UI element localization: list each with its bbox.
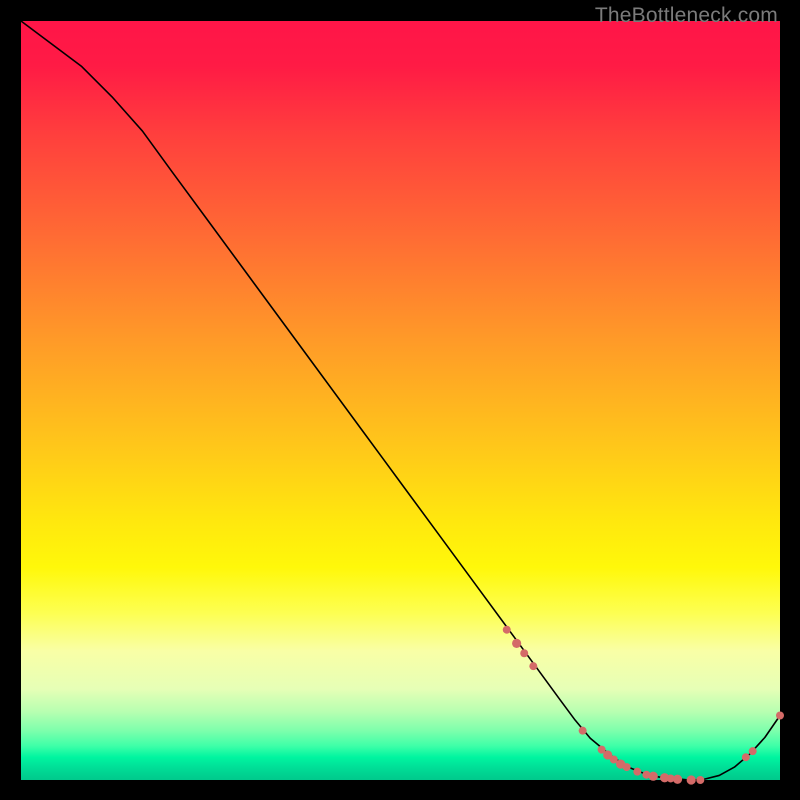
data-marker xyxy=(649,772,658,781)
data-marker xyxy=(673,775,682,784)
data-marker xyxy=(696,776,704,784)
data-marker xyxy=(579,727,587,735)
data-marker xyxy=(742,753,750,761)
watermark-text: TheBottleneck.com xyxy=(595,4,778,28)
data-marker xyxy=(687,775,696,784)
chart-overlay xyxy=(21,21,780,780)
bottleneck-curve-path xyxy=(21,21,780,780)
data-marker xyxy=(512,639,521,648)
data-marker xyxy=(749,747,757,755)
data-marker xyxy=(520,649,528,657)
data-marker xyxy=(776,711,784,719)
data-marker xyxy=(503,626,511,634)
data-marker xyxy=(623,763,631,771)
chart-stage: TheBottleneck.com xyxy=(0,0,800,800)
data-marker xyxy=(529,662,537,670)
data-marker xyxy=(633,768,641,776)
